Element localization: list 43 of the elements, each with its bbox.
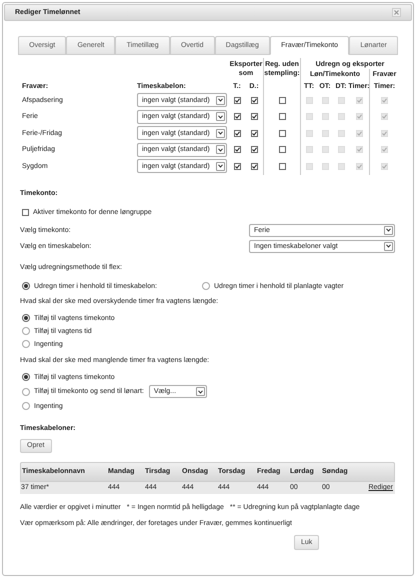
checkbox[interactable] <box>278 162 286 170</box>
radio-button[interactable] <box>22 373 30 381</box>
checkbox[interactable] <box>250 96 258 104</box>
check-icon <box>234 130 240 136</box>
checkbox[interactable] <box>250 130 258 137</box>
checkbox[interactable] <box>250 146 258 154</box>
checkbox[interactable] <box>278 96 286 104</box>
checkbox[interactable] <box>234 162 240 170</box>
caret-icon <box>218 164 223 168</box>
checkbox[interactable] <box>234 113 240 120</box>
checkbox[interactable] <box>278 113 286 120</box>
check-icon <box>252 147 256 152</box>
caret-icon <box>198 390 203 394</box>
checkbox[interactable] <box>278 146 286 154</box>
checkbox[interactable] <box>250 113 258 120</box>
close-icon <box>394 10 399 15</box>
checkbox[interactable] <box>22 208 29 216</box>
radio-button[interactable] <box>22 340 30 348</box>
caret-icon <box>386 228 391 232</box>
check-icon <box>234 114 240 120</box>
checkbox[interactable] <box>234 130 240 137</box>
check-icon <box>252 130 256 136</box>
caret-icon <box>218 131 223 136</box>
radio-button[interactable] <box>202 282 210 290</box>
checkbox[interactable] <box>234 96 240 104</box>
radio-button[interactable] <box>22 327 30 335</box>
caret-icon <box>218 148 223 152</box>
check-icon <box>252 164 256 169</box>
check-icon <box>234 147 240 152</box>
checkbox[interactable] <box>250 162 258 170</box>
radio-button[interactable] <box>22 388 30 396</box>
radio-button[interactable] <box>22 402 30 410</box>
radio-button[interactable] <box>22 282 30 290</box>
caret-icon <box>218 114 223 119</box>
check-icon <box>252 114 256 120</box>
check-icon <box>234 164 240 169</box>
caret-icon <box>386 244 391 248</box>
caret-icon <box>218 98 223 102</box>
check-icon <box>234 98 240 103</box>
checkbox[interactable] <box>234 146 240 154</box>
check-icon <box>252 98 256 103</box>
checkbox[interactable] <box>278 130 286 137</box>
radio-button[interactable] <box>22 314 30 322</box>
